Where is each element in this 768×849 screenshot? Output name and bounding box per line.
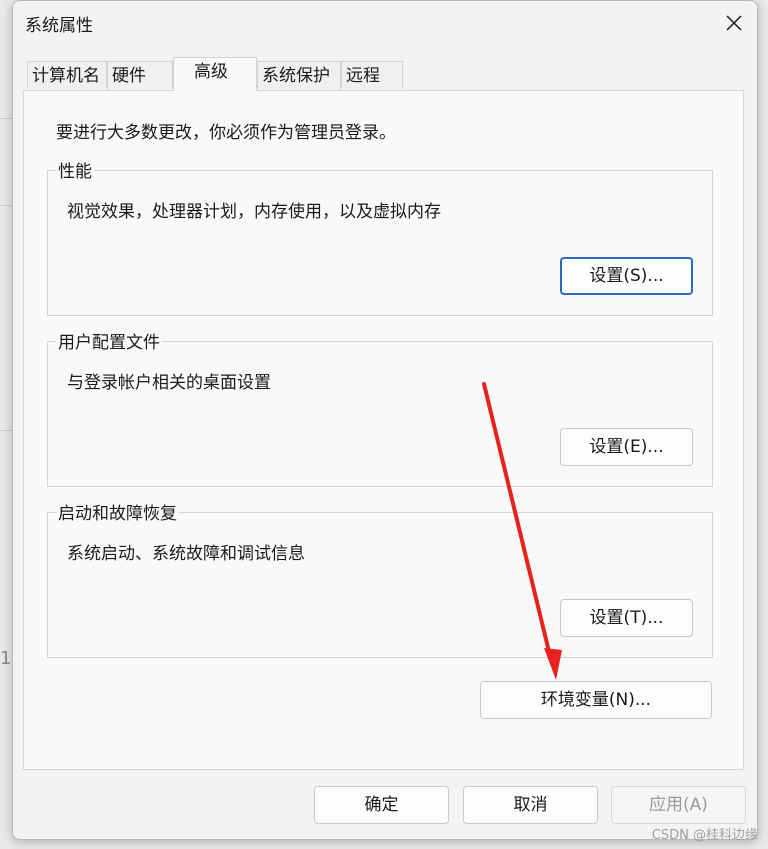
startup-recovery-settings-button[interactable]: 设置(T)...: [560, 599, 693, 637]
performance-description: 视觉效果，处理器计划，内存使用，以及虚拟内存: [67, 202, 441, 222]
background-text-fragment: 12: [0, 648, 12, 669]
environment-variables-button[interactable]: 环境变量(N)...: [480, 681, 712, 719]
advanced-tab-panel: 要进行大多数更改，你必须作为管理员登录。 性能 视觉效果，处理器计划，内存使用，…: [23, 90, 744, 770]
performance-group: 性能 视觉效果，处理器计划，内存使用，以及虚拟内存 设置(S)...: [47, 157, 713, 316]
user-profiles-group: 用户配置文件 与登录帐户相关的桌面设置 设置(E)...: [47, 328, 713, 487]
watermark: CSDN @桂科边缘: [651, 828, 758, 843]
tab-remote[interactable]: 远程: [341, 61, 403, 89]
user-profiles-settings-button[interactable]: 设置(E)...: [560, 428, 693, 466]
ok-button[interactable]: 确定: [314, 786, 449, 824]
title-bar: 系统属性: [13, 1, 757, 45]
tab-computer-name[interactable]: 计算机名: [27, 61, 107, 89]
tab-system-protection[interactable]: 系统保护: [257, 61, 341, 89]
user-profiles-description: 与登录帐户相关的桌面设置: [67, 373, 271, 393]
startup-recovery-group: 启动和故障恢复 系统启动、系统故障和调试信息 设置(T)...: [47, 499, 713, 658]
window-title: 系统属性: [25, 16, 93, 36]
admin-notice: 要进行大多数更改，你必须作为管理员登录。: [56, 123, 396, 143]
system-properties-dialog: 系统属性 计算机名 硬件 高级 系统保护 远程 要进行大多数更改，你必须作为管理…: [12, 0, 758, 840]
cancel-button[interactable]: 取消: [463, 786, 598, 824]
tab-hardware[interactable]: 硬件: [107, 61, 173, 89]
close-button[interactable]: [711, 1, 757, 45]
user-profiles-group-title: 用户配置文件: [56, 328, 162, 353]
performance-settings-button[interactable]: 设置(S)...: [560, 257, 693, 295]
startup-recovery-group-title: 启动和故障恢复: [56, 499, 179, 524]
performance-group-title: 性能: [56, 157, 94, 182]
startup-recovery-description: 系统启动、系统故障和调试信息: [67, 544, 305, 564]
tab-advanced[interactable]: 高级: [173, 57, 257, 91]
close-icon: [726, 15, 742, 31]
apply-button[interactable]: 应用(A): [611, 786, 746, 824]
